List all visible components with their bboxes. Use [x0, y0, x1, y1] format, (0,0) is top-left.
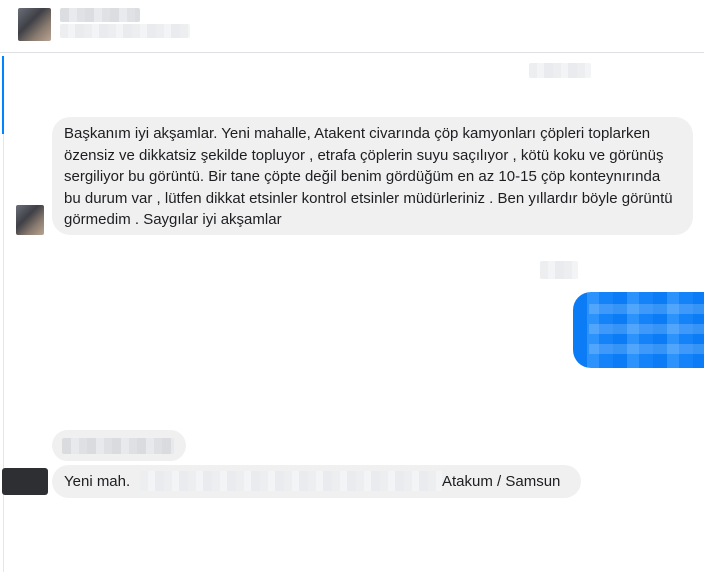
redacted-text: [62, 438, 174, 454]
outgoing-message-redacted[interactable]: [573, 292, 704, 368]
sender-avatar-redacted: [2, 468, 48, 495]
thread-accent-bar: [2, 56, 4, 134]
timestamp-redacted-2: [540, 261, 578, 279]
timestamp-redacted: [529, 63, 591, 78]
message-text: Başkanım iyi akşamlar. Yeni mahalle, Ata…: [64, 125, 673, 228]
conversation-header: [0, 0, 704, 53]
address-suffix: Atakum / Samsun: [442, 473, 561, 490]
thread-divider: [3, 134, 4, 572]
incoming-address-message[interactable]: Yeni mah. Atakum / Samsun: [52, 465, 581, 498]
incoming-message[interactable]: Başkanım iyi akşamlar. Yeni mahalle, Ata…: [52, 117, 693, 235]
contact-status-redacted: [60, 24, 190, 38]
address-prefix: Yeni mah.: [64, 473, 131, 490]
address-redacted: [140, 471, 442, 491]
sender-avatar[interactable]: [16, 205, 44, 235]
contact-name-redacted: [60, 8, 140, 22]
incoming-message-redacted[interactable]: [52, 430, 186, 461]
contact-avatar[interactable]: [18, 8, 51, 41]
